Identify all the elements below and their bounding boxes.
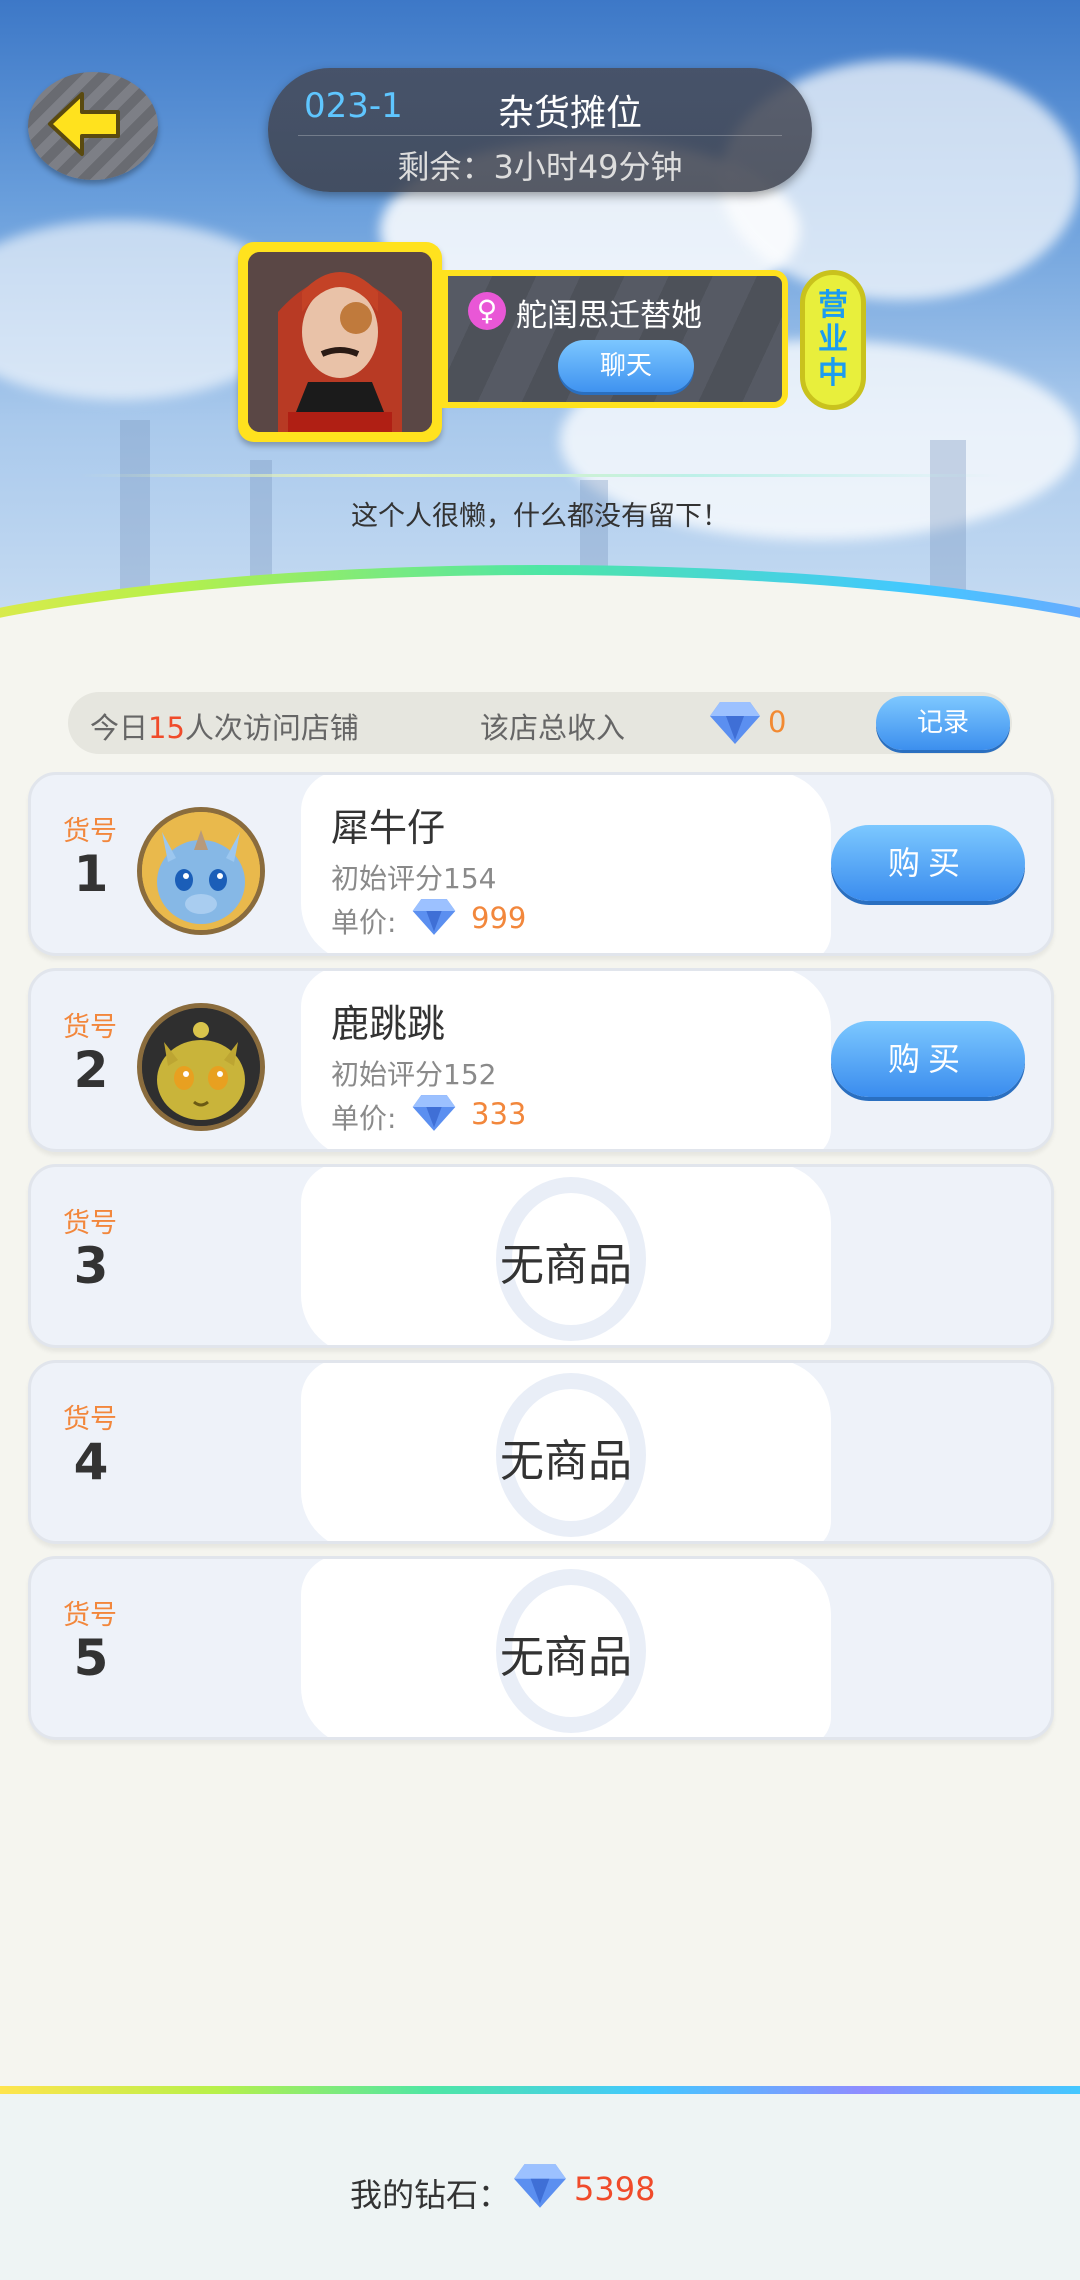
person-photo-icon	[248, 252, 432, 432]
owner-name: 舵闺思迁替她	[516, 298, 702, 334]
remaining-time: 剩余：3小时49分钟	[397, 148, 683, 186]
back-arrow-icon	[48, 92, 120, 156]
visits-text: 今日15人次访问店铺	[90, 705, 359, 747]
stall-code: 023-1	[304, 86, 403, 126]
stats-bar: 今日15人次访问店铺 该店总收入 0 记录	[68, 692, 1012, 754]
owner-photo	[248, 252, 432, 432]
item-score: 初始评分154	[331, 862, 497, 895]
slot-label: 货号	[63, 1012, 117, 1043]
income-label: 该店总收入	[480, 711, 626, 745]
visits-count: 15	[148, 711, 185, 745]
slot-number: 4	[73, 1433, 109, 1491]
back-button[interactable]	[28, 72, 158, 180]
item-score: 初始评分152	[331, 1058, 497, 1091]
female-icon: ♀	[468, 292, 506, 330]
slot-4: 货号 4 无商品	[28, 1360, 1054, 1544]
slot-2: 货号 2 鹿跳跳 初始评分152 单价: 333 购买	[28, 968, 1054, 1152]
footer-bar: 我的钻石： 5398	[0, 2094, 1080, 2280]
slot-number: 1	[73, 845, 109, 903]
empty-slot-text: 无商品	[500, 1632, 632, 1683]
slot-number: 2	[73, 1041, 109, 1099]
visits-prefix: 今日	[90, 711, 149, 745]
slot-label: 货号	[63, 1600, 117, 1631]
rhino-pet-icon[interactable]	[137, 807, 265, 935]
slot-3: 货号 3 无商品	[28, 1164, 1054, 1348]
footer-divider	[0, 2086, 1080, 2094]
owner-info-panel: ♀ 舵闺思迁替她 聊天	[442, 270, 788, 408]
chat-button[interactable]: 聊天	[558, 340, 694, 392]
rhino-pet-icon	[142, 812, 260, 930]
price-label: 单价:	[331, 906, 397, 939]
slot-5: 货号 5 无商品	[28, 1556, 1054, 1740]
stall-title-panel: 023-1 杂货摊位 剩余：3小时49分钟	[268, 68, 812, 192]
visits-suffix: 人次访问店铺	[184, 711, 359, 745]
item-price: 999	[471, 901, 527, 935]
diamond-icon	[514, 2164, 566, 2208]
empty-slot-text: 无商品	[500, 1436, 632, 1487]
empty-slot-text: 无商品	[500, 1240, 632, 1291]
item-price: 333	[471, 1097, 527, 1131]
stall-name: 杂货摊位	[497, 93, 642, 134]
slot-number: 5	[73, 1629, 109, 1687]
divider	[298, 135, 782, 136]
slot-label: 货号	[63, 816, 117, 847]
deer-pet-icon	[142, 1008, 260, 1126]
my-diamonds-label: 我的钻石：	[350, 2176, 511, 2214]
my-diamonds-value: 5398	[574, 2170, 656, 2208]
deer-pet-icon[interactable]	[137, 1003, 265, 1131]
diamond-icon	[710, 702, 760, 744]
diamond-icon	[412, 899, 456, 935]
income-value: 0	[768, 705, 787, 739]
item-name: 鹿跳跳	[331, 1002, 446, 1046]
status-badge: 营业中	[800, 270, 866, 410]
owner-avatar[interactable]	[238, 242, 442, 442]
item-name: 犀牛仔	[331, 806, 446, 850]
diamond-icon	[412, 1095, 456, 1131]
divider	[80, 474, 1000, 477]
slot-label: 货号	[63, 1404, 117, 1435]
owner-motto: 这个人很懒，什么都没有留下！	[351, 501, 729, 532]
buy-button[interactable]: 购买	[831, 1021, 1025, 1097]
slot-number: 3	[73, 1237, 109, 1295]
record-button[interactable]: 记录	[876, 696, 1010, 750]
buy-button[interactable]: 购买	[831, 825, 1025, 901]
slot-1: 货号 1 犀牛仔 初始评分154 单价: 999 购买	[28, 772, 1054, 956]
slot-label: 货号	[63, 1208, 117, 1239]
price-label: 单价:	[331, 1102, 397, 1135]
